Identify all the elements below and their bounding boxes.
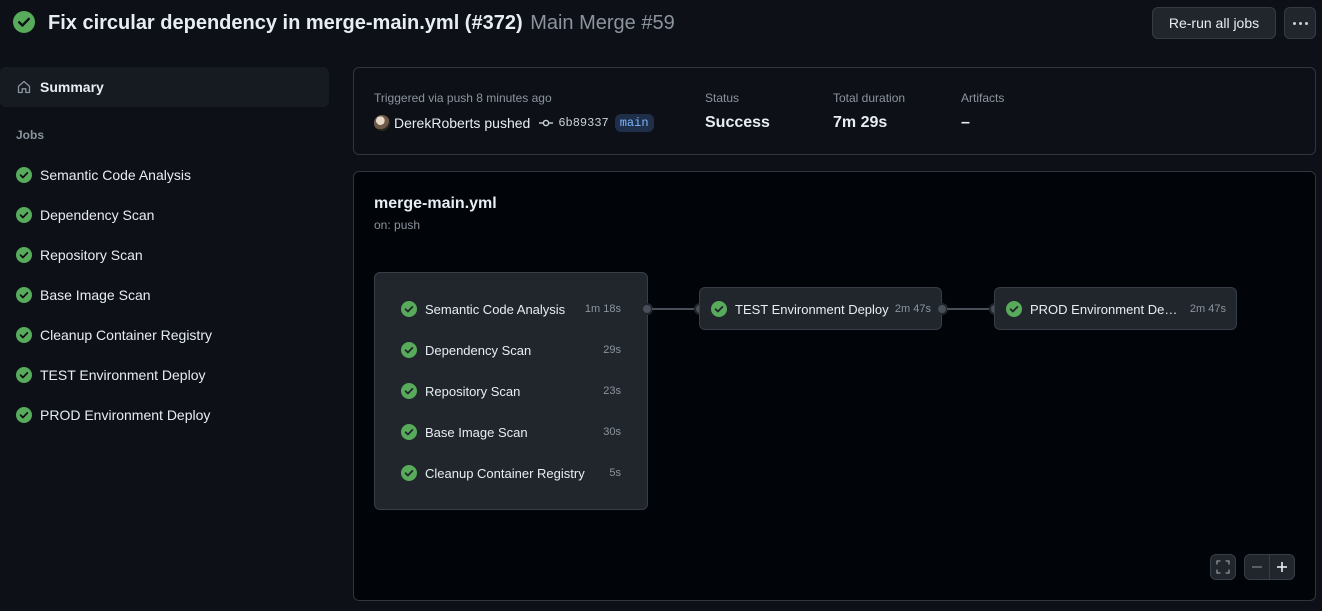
check-circle-icon <box>401 465 417 481</box>
graph-job-name: Dependency Scan <box>425 342 532 358</box>
artifacts-value: – <box>961 114 970 131</box>
graph-job-name: Base Image Scan <box>425 424 528 440</box>
branch-label[interactable]: main <box>614 114 654 132</box>
avatar[interactable] <box>374 115 390 131</box>
check-circle-icon <box>401 301 417 317</box>
sidebar-job-cleanup-container-registry[interactable]: Cleanup Container Registry <box>0 315 329 355</box>
stage-1-job-group: Semantic Code Analysis 1m 18s Dependency… <box>374 272 648 510</box>
sidebar-job-list: Semantic Code Analysis Dependency Scan R… <box>0 155 329 435</box>
run-title: Fix circular dependency in merge-main.ym… <box>48 12 523 34</box>
check-circle-icon <box>16 167 32 183</box>
git-commit-icon <box>539 119 554 127</box>
jobs-heading: Jobs <box>16 128 45 142</box>
check-circle-icon <box>1006 301 1022 317</box>
home-icon <box>17 80 31 94</box>
page-title: Fix circular dependency in merge-main.ym… <box>48 11 675 35</box>
workflow-run-name[interactable]: Main Merge #59 <box>530 12 675 34</box>
sidebar-job-label: Repository Scan <box>40 247 143 263</box>
graph-job-duration: 23s <box>603 385 621 397</box>
status-value: Success <box>705 114 770 131</box>
summary-label: Summary <box>40 79 104 95</box>
graph-job-duration: 2m 47s <box>1189 303 1226 315</box>
graph-job-repository-scan[interactable]: Repository Scan 23s <box>401 379 621 403</box>
graph-node-prod-environment-deploy[interactable]: PROD Environment Deploy 2m 47s <box>994 287 1237 330</box>
check-circle-icon <box>16 287 32 303</box>
graph-job-name: TEST Environment Deploy <box>735 301 889 317</box>
rerun-all-jobs-button[interactable]: Re-run all jobs <box>1152 7 1276 39</box>
kebab-horizontal-icon <box>1292 21 1308 25</box>
commit-sha-link[interactable]: 6b89337 <box>558 116 608 130</box>
sidebar-job-base-image-scan[interactable]: Base Image Scan <box>0 275 329 315</box>
screen-full-icon <box>1216 560 1230 574</box>
check-circle-icon <box>16 247 32 263</box>
check-circle-icon <box>711 301 727 317</box>
graph-node-test-environment-deploy[interactable]: TEST Environment Deploy 2m 47s <box>699 287 942 330</box>
push-action-text: pushed <box>484 115 531 131</box>
workflow-graph-card: merge-main.yml on: push Semantic Code An… <box>353 171 1316 601</box>
trigger-details: DerekRoberts pushed 6b89337 main <box>374 114 654 132</box>
graph-job-name: PROD Environment Deploy <box>1030 301 1184 317</box>
check-circle-icon <box>16 327 32 343</box>
zoom-out-button[interactable] <box>1244 554 1270 580</box>
graph-job-name: Repository Scan <box>425 383 521 399</box>
graph-job-dependency-scan[interactable]: Dependency Scan 29s <box>401 338 621 362</box>
sidebar-job-semantic-code-analysis[interactable]: Semantic Code Analysis <box>0 155 329 195</box>
run-status-success-icon <box>13 11 35 33</box>
graph-job-duration: 30s <box>603 426 621 438</box>
graph-job-duration: 5s <box>609 467 621 479</box>
run-summary-card: Triggered via push 8 minutes ago DerekRo… <box>353 67 1316 155</box>
sidebar-job-dependency-scan[interactable]: Dependency Scan <box>0 195 329 235</box>
workflow-file-name[interactable]: merge-main.yml <box>374 195 497 213</box>
graph-job-duration: 2m 47s <box>894 303 931 315</box>
zoom-in-button[interactable] <box>1269 554 1295 580</box>
stage-connector <box>947 308 989 310</box>
graph-job-duration: 29s <box>603 344 621 356</box>
sidebar-job-label: Dependency Scan <box>40 207 155 223</box>
workflow-trigger: on: push <box>374 218 421 232</box>
graph-job-semantic-code-analysis[interactable]: Semantic Code Analysis 1m 18s <box>401 297 621 321</box>
sidebar-job-test-environment-deploy[interactable]: TEST Environment Deploy <box>0 355 329 395</box>
sidebar-job-repository-scan[interactable]: Repository Scan <box>0 235 329 275</box>
status-label: Status <box>705 91 740 105</box>
sidebar-job-label: Semantic Code Analysis <box>40 167 191 183</box>
fullscreen-button[interactable] <box>1210 554 1236 580</box>
check-circle-icon <box>401 342 417 358</box>
plus-icon <box>1277 562 1287 572</box>
check-circle-icon <box>401 383 417 399</box>
trigger-label: Triggered via push 8 minutes ago <box>374 91 552 105</box>
graph-job-name: Semantic Code Analysis <box>425 301 566 317</box>
sidebar-job-prod-environment-deploy[interactable]: PROD Environment Deploy <box>0 395 329 435</box>
sidebar-job-label: Base Image Scan <box>40 287 151 303</box>
graph-job-duration: 1m 18s <box>584 303 621 315</box>
sidebar-job-label: PROD Environment Deploy <box>40 407 211 423</box>
sidebar-summary-link[interactable]: Summary <box>0 67 329 107</box>
sidebar-job-label: TEST Environment Deploy <box>40 367 206 383</box>
dash-icon <box>1252 566 1262 568</box>
graph-job-base-image-scan[interactable]: Base Image Scan 30s <box>401 420 621 444</box>
graph-job-test-environment-deploy: TEST Environment Deploy 2m 47s <box>711 297 931 321</box>
graph-job-name: Cleanup Container Registry <box>425 465 585 481</box>
sidebar-job-label: Cleanup Container Registry <box>40 327 212 343</box>
duration-value: 7m 29s <box>833 114 888 131</box>
check-circle-icon <box>16 407 32 423</box>
check-circle-icon <box>16 207 32 223</box>
more-options-button[interactable] <box>1284 7 1316 39</box>
stage-connector <box>652 308 694 310</box>
graph-job-cleanup-container-registry[interactable]: Cleanup Container Registry 5s <box>401 461 621 485</box>
check-circle-icon <box>16 367 32 383</box>
graph-job-prod-environment-deploy: PROD Environment Deploy 2m 47s <box>1006 297 1226 321</box>
actor-link[interactable]: DerekRoberts <box>394 115 480 131</box>
artifacts-label: Artifacts <box>961 91 1005 105</box>
check-circle-icon <box>401 424 417 440</box>
duration-label: Total duration <box>833 91 906 105</box>
